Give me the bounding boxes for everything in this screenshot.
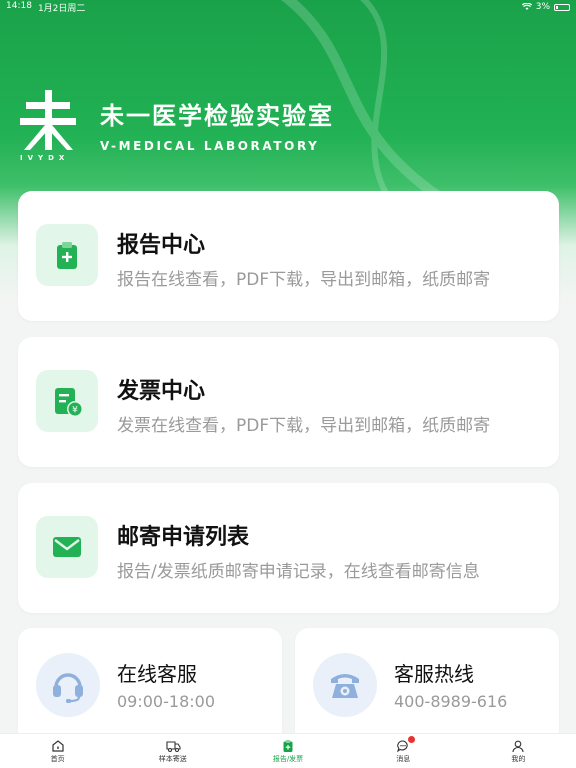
tab-home[interactable]: 首页: [0, 734, 115, 768]
online-service-title: 在线客服: [117, 662, 197, 686]
tab-profile-label: 我的: [511, 754, 526, 763]
tab-messages[interactable]: 消息: [346, 734, 461, 768]
status-date: 1月2日周二: [37, 3, 86, 14]
headset-icon: [53, 673, 83, 703]
invoice-yen-icon: ¥: [55, 388, 83, 417]
hotline-number: 400-8989-616: [394, 692, 508, 711]
wifi-icon: [521, 3, 532, 10]
user-icon: [512, 740, 524, 752]
tab-home-label: 首页: [50, 754, 65, 763]
battery-icon: [554, 3, 570, 11]
report-center-desc: 报告在线查看，PDF下载，导出到邮箱，纸质邮寄: [117, 270, 491, 290]
svg-text:¥: ¥: [72, 406, 78, 416]
mail-request-title: 邮寄申请列表: [117, 525, 250, 550]
tab-sample-delivery[interactable]: 样本寄送: [115, 734, 230, 768]
invoice-center-desc: 发票在线查看，PDF下载，导出到邮箱，纸质邮寄: [117, 416, 491, 436]
hotline-icon-box: [313, 653, 377, 717]
report-icon: [283, 739, 293, 752]
online-service-hours: 09:00-18:00: [117, 692, 215, 711]
status-bar: 14:18 1月2日周二 3%: [0, 0, 576, 14]
tab-profile[interactable]: 我的: [461, 734, 576, 768]
hotline-title: 客服热线: [394, 662, 474, 686]
online-service-icon-box: [36, 653, 100, 717]
brand-logo: IVYDX: [18, 88, 78, 168]
tab-report-invoice-label: 报告/发票: [272, 754, 304, 763]
mail-request-desc: 报告/发票纸质邮寄申请记录，在线查看邮寄信息: [117, 562, 480, 582]
telephone-icon: [331, 674, 359, 698]
mail-icon-box: [36, 516, 98, 578]
invoice-icon-box: ¥: [36, 370, 98, 432]
clipboard-plus-icon: [57, 242, 77, 269]
status-time: 14:18: [6, 0, 32, 11]
delivery-truck-icon: [166, 740, 181, 752]
logo-subtext: IVYDX: [20, 154, 70, 162]
envelope-icon: [53, 537, 81, 557]
report-center-title: 报告中心: [117, 233, 206, 258]
tab-sample-delivery-label: 样本寄送: [158, 754, 187, 763]
online-service-card[interactable]: 在线客服 09:00-18:00: [18, 628, 282, 748]
invoice-center-title: 发票中心: [117, 379, 206, 404]
report-icon-box: [36, 224, 98, 286]
unread-badge: [407, 736, 415, 743]
tab-report-invoice[interactable]: 报告/发票: [230, 734, 345, 768]
home-icon: [51, 739, 64, 752]
brand-name-en: V-MEDICAL LABORATORY: [100, 138, 320, 153]
brand-name-cn: 未一医学检验实验室: [100, 101, 334, 130]
bottom-tab-bar: 首页 样本寄送 报告/发票 消息 我的: [0, 733, 576, 768]
mail-request-list-card[interactable]: 邮寄申请列表 报告/发票纸质邮寄申请记录，在线查看邮寄信息: [18, 483, 559, 613]
report-center-card[interactable]: 报告中心 报告在线查看，PDF下载，导出到邮箱，纸质邮寄: [18, 191, 559, 321]
battery-percent: 3%: [535, 2, 550, 12]
hotline-card[interactable]: 客服热线 400-8989-616: [295, 628, 559, 748]
brand-header: IVYDX 未一医学检验实验室 V-MEDICAL LABORATORY: [18, 88, 334, 168]
tab-messages-label: 消息: [396, 754, 411, 763]
invoice-center-card[interactable]: ¥ 发票中心 发票在线查看，PDF下载，导出到邮箱，纸质邮寄: [18, 337, 559, 467]
